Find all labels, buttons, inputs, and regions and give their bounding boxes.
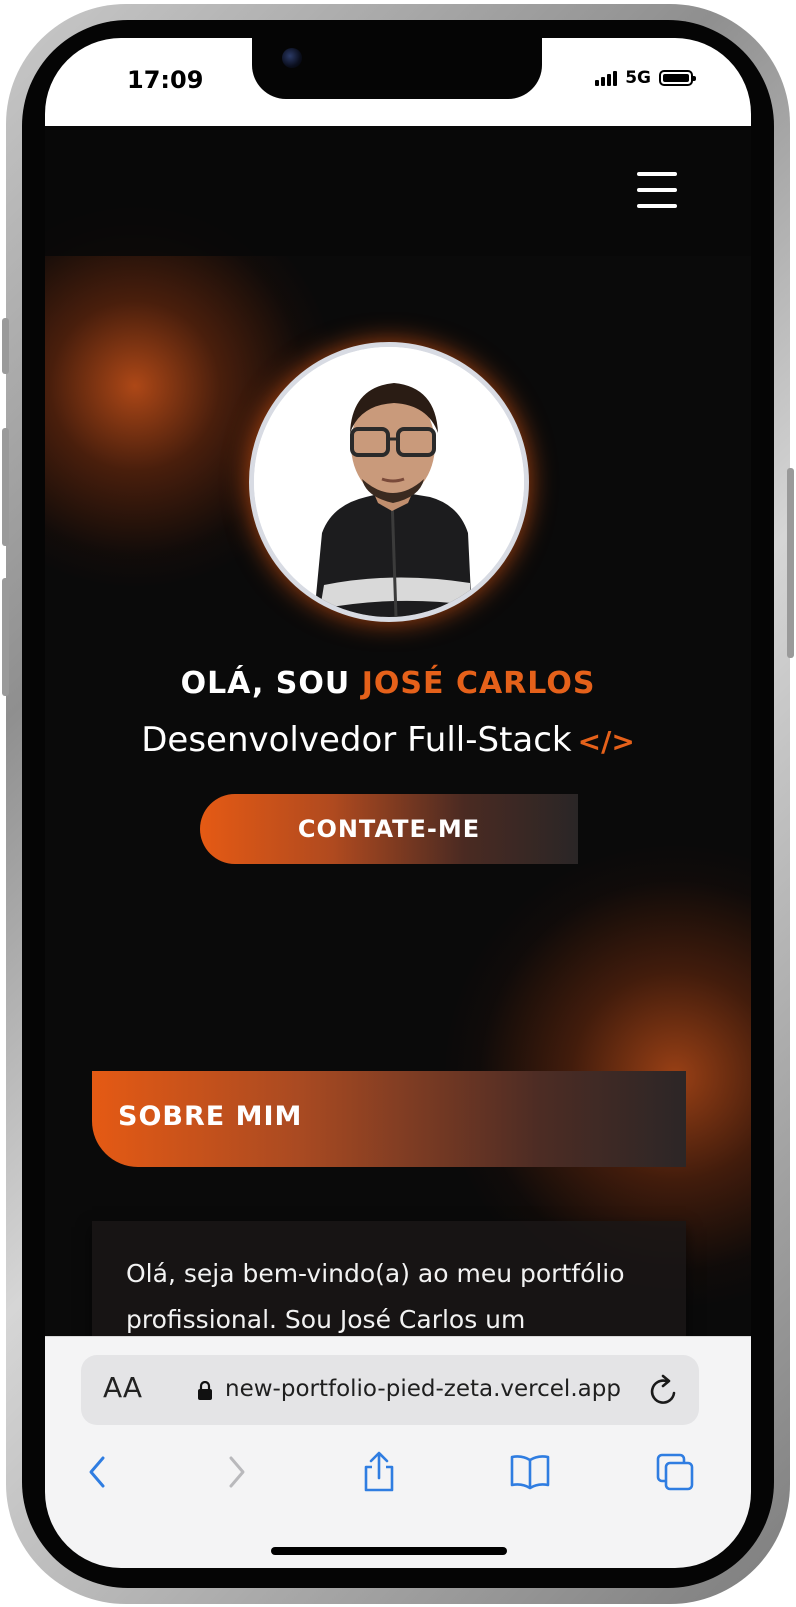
about-text: Olá, seja bem-vindo(a) ao meu portfólio …: [126, 1259, 625, 1334]
mute-switch: [2, 318, 9, 374]
about-section-header: SOBRE MIM: [92, 1071, 686, 1167]
browser-toolbar: AA new-portfolio-pied-zeta.vercel.app: [45, 1336, 751, 1568]
signal-icon: [595, 70, 618, 86]
share-icon: [364, 1451, 394, 1492]
reload-icon[interactable]: [646, 1371, 682, 1409]
home-indicator[interactable]: [271, 1547, 507, 1555]
notch: [252, 38, 542, 99]
front-camera-icon: [282, 48, 302, 68]
share-button[interactable]: [354, 1447, 404, 1497]
about-title: SOBRE MIM: [118, 1101, 303, 1132]
status-bar: 17:09 5G: [45, 38, 751, 126]
greeting-prefix: OLÁ, SOU: [180, 666, 351, 701]
volume-up-button: [2, 428, 9, 546]
profile-photo-illustration: [254, 347, 524, 617]
browser-nav-row: [45, 1447, 751, 1517]
text-size-button[interactable]: AA: [103, 1371, 142, 1404]
page-content[interactable]: OLÁ, SOU JOSÉ CARLOS Desenvolvedor Full-…: [45, 126, 751, 1336]
tabs-icon: [656, 1453, 694, 1491]
site-header: [45, 126, 751, 256]
chevron-right-icon: [229, 1456, 245, 1488]
forward-button[interactable]: [211, 1447, 261, 1497]
hero-greeting: OLÁ, SOU JOSÉ CARLOS: [45, 666, 731, 701]
code-icon: </>: [577, 725, 635, 758]
lock-icon: [198, 1381, 212, 1400]
back-button[interactable]: [73, 1447, 123, 1497]
status-indicators: 5G: [595, 68, 696, 88]
about-card: Olá, seja bem-vindo(a) ao meu portfólio …: [92, 1221, 686, 1336]
url-text[interactable]: new-portfolio-pied-zeta.vercel.app: [225, 1376, 621, 1402]
battery-icon: [659, 70, 696, 86]
text-size-label: AA: [103, 1371, 143, 1404]
network-label: 5G: [625, 68, 651, 88]
power-button: [787, 468, 794, 658]
role-text: Desenvolvedor Full-Stack: [141, 720, 572, 760]
address-bar[interactable]: AA new-portfolio-pied-zeta.vercel.app: [81, 1355, 699, 1425]
hamburger-menu-icon[interactable]: [637, 172, 681, 210]
tabs-button[interactable]: [650, 1447, 700, 1497]
hero-role: Desenvolvedor Full-Stack </>: [45, 720, 731, 760]
book-icon: [510, 1455, 550, 1490]
screen: 17:09 5G OLÁ, SOU JOSÉ CARLOS Desenvolve…: [45, 38, 751, 1568]
bookmarks-button[interactable]: [505, 1447, 555, 1497]
volume-down-button: [2, 578, 9, 696]
profile-photo: [249, 342, 529, 622]
status-time: 17:09: [127, 66, 204, 94]
hero-name: JOSÉ CARLOS: [361, 666, 596, 701]
chevron-left-icon: [89, 1456, 105, 1488]
contact-button[interactable]: CONTATE-ME: [200, 794, 578, 864]
